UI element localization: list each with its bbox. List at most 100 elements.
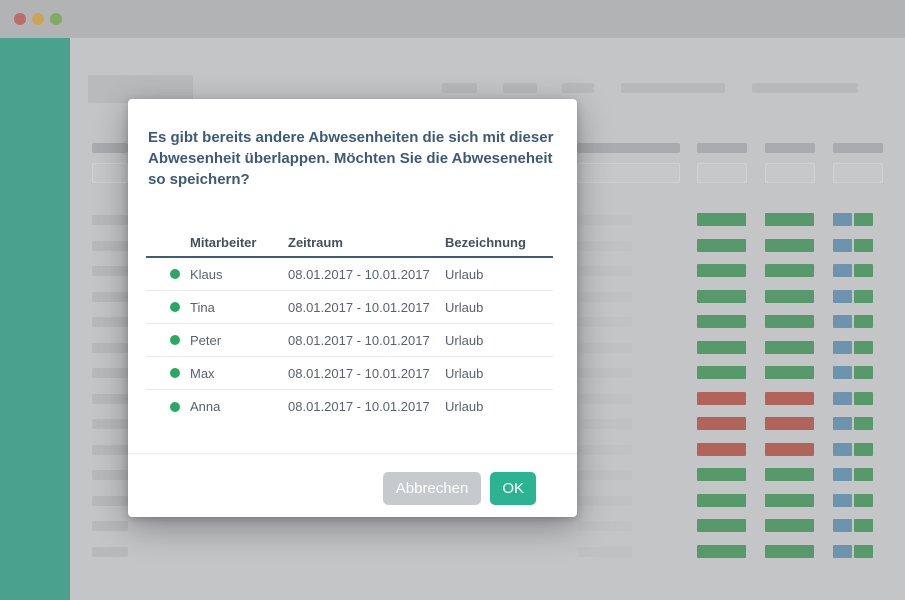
skeleton-row-label (92, 445, 128, 455)
timeline-bar (833, 417, 852, 430)
skeleton-toolbar-chip (503, 83, 537, 93)
row-zeitraum: 08.01.2017 - 10.01.2017 (288, 300, 445, 315)
skeleton-column-header (577, 143, 680, 153)
skeleton-row-label (92, 343, 128, 353)
timeline-bar (697, 290, 746, 303)
row-status-cell (146, 402, 190, 412)
skeleton-filter-box (577, 163, 680, 183)
timeline-bar (854, 494, 873, 507)
timeline-bar (854, 392, 873, 405)
skeleton-column-header (697, 143, 747, 153)
dialog-title: Es gibt bereits andere Abwesenheiten die… (148, 127, 557, 190)
skeleton-filter-box (833, 163, 883, 183)
timeline-bar (833, 468, 852, 481)
timeline-bar (833, 519, 852, 532)
skeleton-toolbar-chip (752, 83, 858, 93)
timeline-bar (765, 341, 814, 354)
timeline-bar (697, 239, 746, 252)
table-body: Klaus08.01.2017 - 10.01.2017UrlaubTina08… (146, 258, 553, 423)
skeleton-row-label (92, 521, 128, 531)
skeleton-row-label (578, 419, 632, 429)
timeline-bar (765, 545, 814, 558)
skeleton-row-label (92, 547, 128, 557)
timeline-bar (765, 468, 814, 481)
skeleton-toolbar-chip (562, 83, 594, 93)
timeline-bar (765, 494, 814, 507)
timeline-bar (854, 213, 873, 226)
window-maximize-icon[interactable] (50, 13, 62, 25)
window-titlebar (0, 0, 905, 38)
skeleton-row-label (92, 266, 128, 276)
table-header-bezeichnung: Bezeichnung (445, 235, 553, 250)
timeline-bar (854, 239, 873, 252)
skeleton-row-label (578, 266, 632, 276)
timeline-bar (765, 417, 814, 430)
table-row: Tina08.01.2017 - 10.01.2017Urlaub (146, 291, 553, 324)
row-zeitraum: 08.01.2017 - 10.01.2017 (288, 399, 445, 414)
ok-button[interactable]: OK (490, 472, 536, 505)
row-mitarbeiter: Klaus (190, 267, 288, 282)
skeleton-toolbar-chip (442, 83, 477, 93)
timeline-bar (854, 366, 873, 379)
window-minimize-icon[interactable] (32, 13, 44, 25)
timeline-bar (833, 315, 852, 328)
timeline-bar (854, 290, 873, 303)
timeline-bar (854, 519, 873, 532)
timeline-bar (765, 315, 814, 328)
timeline-bar (697, 366, 746, 379)
row-bezeichnung: Urlaub (445, 267, 553, 282)
timeline-bar (833, 443, 852, 456)
timeline-bar (697, 494, 746, 507)
skeleton-row-label (578, 292, 632, 302)
timeline-bar (697, 315, 746, 328)
timeline-bar (854, 468, 873, 481)
row-bezeichnung: Urlaub (445, 300, 553, 315)
timeline-bar (854, 417, 873, 430)
timeline-bar (765, 392, 814, 405)
timeline-bar (765, 213, 814, 226)
timeline-bar (833, 213, 852, 226)
status-dot-icon (170, 269, 180, 279)
timeline-bar (697, 443, 746, 456)
absence-table: Mitarbeiter Zeitraum Bezeichnung Klaus 08… (146, 229, 553, 423)
row-status-cell (146, 302, 190, 312)
skeleton-row-label (578, 445, 632, 455)
window-close-icon[interactable] (14, 13, 26, 25)
timeline-bar (765, 290, 814, 303)
timeline-bar (854, 315, 873, 328)
status-dot-icon (170, 402, 180, 412)
row-zeitraum: 08.01.2017 - 10.01.2017 (288, 333, 445, 348)
timeline-bar (697, 417, 746, 430)
skeleton-row-label (92, 470, 128, 480)
cancel-button[interactable]: Abbrechen (383, 472, 482, 505)
skeleton-row-label (578, 496, 632, 506)
skeleton-row-label (578, 394, 632, 404)
skeleton-row-label (92, 368, 128, 378)
row-mitarbeiter: Tina (190, 300, 288, 315)
skeleton-row-label (578, 241, 632, 251)
table-header-mitarbeiter: Mitarbeiter (190, 235, 288, 250)
row-status-cell (146, 368, 190, 378)
timeline-bar (833, 290, 852, 303)
dialog-footer: Abbrechen OK (128, 453, 577, 517)
timeline-bar (765, 366, 814, 379)
timeline-bar (765, 519, 814, 532)
timeline-bar (854, 341, 873, 354)
app-sidebar (0, 38, 70, 600)
skeleton-row-label (92, 496, 128, 506)
timeline-bar (765, 264, 814, 277)
table-row: Anna08.01.2017 - 10.01.2017Urlaub (146, 390, 553, 423)
timeline-bar (833, 392, 852, 405)
timeline-bar (765, 443, 814, 456)
timeline-bar (697, 519, 746, 532)
timeline-bar (833, 494, 852, 507)
row-bezeichnung: Urlaub (445, 399, 553, 414)
table-header-zeitraum: Zeitraum (288, 235, 445, 250)
skeleton-column-header (765, 143, 815, 153)
skeleton-row-label (578, 215, 632, 225)
timeline-bar (854, 443, 873, 456)
skeleton-row-label (578, 317, 632, 327)
skeleton-row-label (92, 292, 128, 302)
row-status-cell (146, 335, 190, 345)
row-mitarbeiter: Peter (190, 333, 288, 348)
